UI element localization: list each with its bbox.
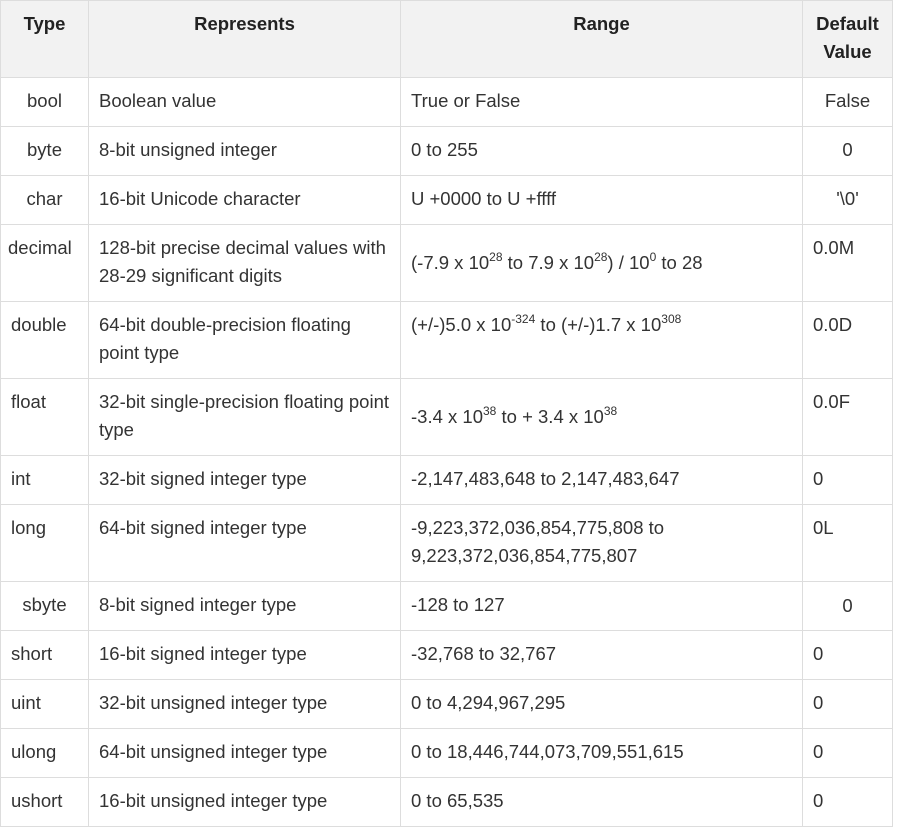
cell-represents: 64-bit double-precision floating point t… — [88, 301, 401, 379]
table-header-row: Type Represents Range Default Value — [0, 0, 893, 78]
cell-type: ulong — [0, 728, 89, 778]
cell-range: True or False — [400, 77, 803, 127]
cell-default: 0 — [802, 728, 893, 778]
cell-range: -2,147,483,648 to 2,147,483,647 — [400, 455, 803, 505]
cell-type: float — [0, 378, 89, 456]
range-text: (+/-)5.0 x 10 — [411, 314, 512, 335]
header-default-value: Default Value — [802, 0, 893, 78]
data-types-table: Type Represents Range Default Value bool … — [0, 0, 893, 827]
range-exponent: 38 — [483, 403, 497, 418]
range-text: to 7.9 x 10 — [502, 252, 595, 273]
cell-represents: 8-bit unsigned integer — [88, 126, 401, 176]
cell-type: double — [0, 301, 89, 379]
cell-range: -9,223,372,036,854,775,808 to 9,223,372,… — [400, 504, 803, 582]
cell-type: long — [0, 504, 89, 582]
table-row: sbyte 8-bit signed integer type -128 to … — [0, 581, 893, 631]
cell-range: (-7.9 x 1028 to 7.9 x 1028) / 100 to 28 — [400, 224, 803, 302]
header-default-line1: Default — [816, 13, 879, 34]
cell-range: 0 to 4,294,967,295 — [400, 679, 803, 729]
cell-type: bool — [0, 77, 89, 127]
cell-range: 0 to 65,535 — [400, 777, 803, 827]
table-row: ushort 16-bit unsigned integer type 0 to… — [0, 777, 893, 827]
cell-default: '\0' — [802, 175, 893, 225]
cell-type: sbyte — [0, 581, 89, 631]
cell-represents: 16-bit unsigned integer type — [88, 777, 401, 827]
range-text: ) / 10 — [607, 252, 650, 273]
cell-range: -128 to 127 — [400, 581, 803, 631]
cell-represents: 64-bit signed integer type — [88, 504, 401, 582]
cell-range: -3.4 x 1038 to + 3.4 x 1038 — [400, 378, 803, 456]
cell-type: byte — [0, 126, 89, 176]
cell-default: 0 — [802, 777, 893, 827]
cell-type: char — [0, 175, 89, 225]
cell-represents: 128-bit precise decimal values with 28-2… — [88, 224, 401, 302]
cell-default: 0 — [802, 630, 893, 680]
cell-default: 0.0M — [802, 224, 893, 302]
range-exponent: 0 — [649, 249, 657, 264]
cell-range: 0 to 18,446,744,073,709,551,615 — [400, 728, 803, 778]
cell-represents: 8-bit signed integer type — [88, 581, 401, 631]
table-row: char 16-bit Unicode character U +0000 to… — [0, 175, 893, 225]
table-row: double 64-bit double-precision floating … — [0, 301, 893, 379]
cell-represents: 16-bit Unicode character — [88, 175, 401, 225]
cell-represents: 16-bit signed integer type — [88, 630, 401, 680]
cell-default: 0 — [802, 679, 893, 729]
range-exponent: 28 — [594, 249, 608, 264]
cell-default: 0 — [802, 581, 893, 631]
table-row: ulong 64-bit unsigned integer type 0 to … — [0, 728, 893, 778]
range-exponent: 308 — [661, 311, 682, 326]
table-row: short 16-bit signed integer type -32,768… — [0, 630, 893, 680]
header-represents: Represents — [88, 0, 401, 78]
table-row: byte 8-bit unsigned integer 0 to 255 0 — [0, 126, 893, 176]
cell-default: 0L — [802, 504, 893, 582]
cell-represents: 32-bit single-precision floating point t… — [88, 378, 401, 456]
cell-default: 0 — [802, 126, 893, 176]
header-type: Type — [0, 0, 89, 78]
cell-represents: 64-bit unsigned integer type — [88, 728, 401, 778]
range-text: to 28 — [656, 252, 703, 273]
table-row: uint 32-bit unsigned integer type 0 to 4… — [0, 679, 893, 729]
cell-default: 0.0D — [802, 301, 893, 379]
header-default-line2: Value — [823, 41, 872, 62]
cell-default: 0.0F — [802, 378, 893, 456]
cell-type: short — [0, 630, 89, 680]
table-row: long 64-bit signed integer type -9,223,3… — [0, 504, 893, 582]
table-row: int 32-bit signed integer type -2,147,48… — [0, 455, 893, 505]
range-exponent: -324 — [511, 311, 536, 326]
range-text: (-7.9 x 10 — [411, 252, 490, 273]
table-row: float 32-bit single-precision floating p… — [0, 378, 893, 456]
range-text: -3.4 x 10 — [411, 406, 483, 427]
range-exponent: 28 — [489, 249, 503, 264]
cell-type: decimal — [0, 224, 89, 302]
cell-range: 0 to 255 — [400, 126, 803, 176]
cell-range: U +0000 to U +ffff — [400, 175, 803, 225]
cell-type: ushort — [0, 777, 89, 827]
cell-range: (+/-)5.0 x 10-324 to (+/-)1.7 x 10308 — [400, 301, 803, 379]
cell-represents: Boolean value — [88, 77, 401, 127]
table-row: bool Boolean value True or False False — [0, 77, 893, 127]
range-exponent: 38 — [603, 403, 618, 418]
header-range: Range — [400, 0, 803, 78]
cell-default: 0 — [802, 455, 893, 505]
table-row: decimal 128-bit precise decimal values w… — [0, 224, 893, 302]
cell-type: int — [0, 455, 89, 505]
cell-range: -32,768 to 32,767 — [400, 630, 803, 680]
cell-represents: 32-bit signed integer type — [88, 455, 401, 505]
cell-represents: 32-bit unsigned integer type — [88, 679, 401, 729]
cell-default: False — [802, 77, 893, 127]
range-text: to (+/-)1.7 x 10 — [535, 314, 662, 335]
range-text: to + 3.4 x 10 — [496, 406, 604, 427]
cell-type: uint — [0, 679, 89, 729]
